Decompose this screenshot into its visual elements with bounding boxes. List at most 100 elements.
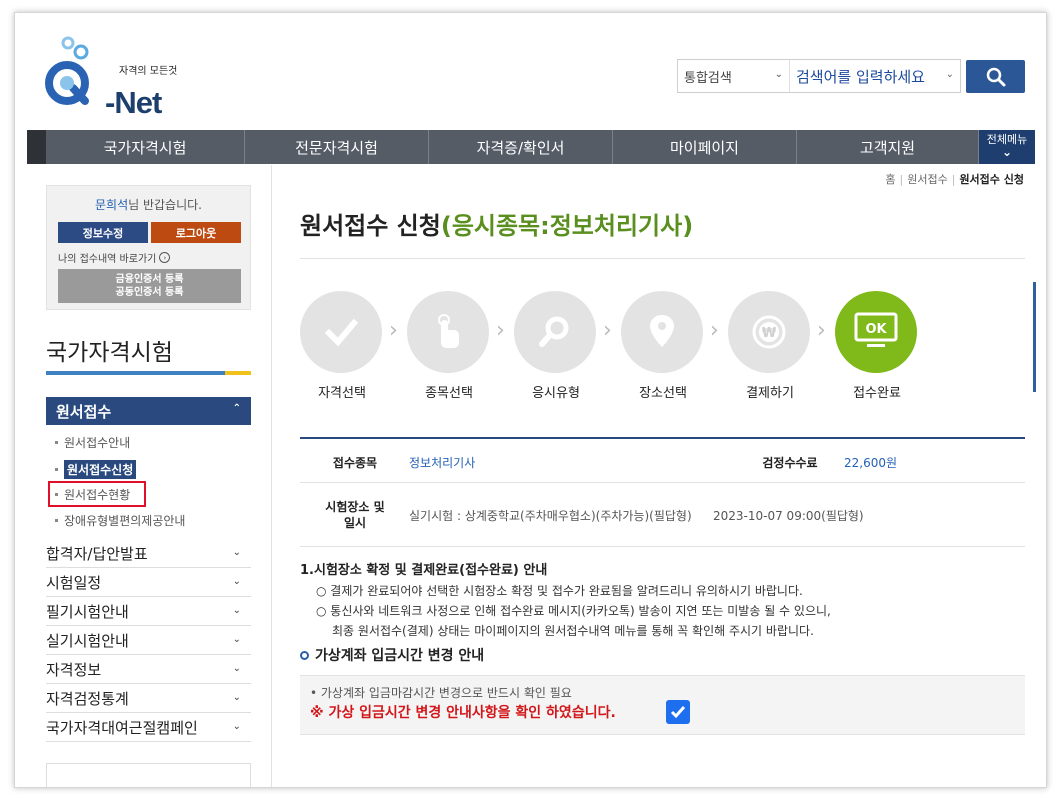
place-label: 시험장소 및 일시 [325,500,385,530]
step-arrow-icon: › [496,318,505,343]
svg-text:₩: ₩ [762,326,777,341]
page-title: 원서접수 신청(응시종목:정보처리기사) [300,206,693,241]
cert-register-button[interactable]: 금융인증서 등록 공동인증서 등록 [58,269,241,303]
step-label: 결제하기 [746,386,794,401]
scrollbar-indicator[interactable] [1033,282,1036,392]
sidebar-item-apply[interactable]: 원서접수 ⌃ [46,397,251,425]
step-arrow-icon: › [603,318,612,343]
nav-item-national-exam[interactable]: 국가자격시험 [46,130,245,164]
sidebar-item-qualification[interactable]: 자격정보 ⌄ [46,655,251,684]
ok-monitor-icon: OK [835,291,917,373]
nav-item-professional-exam[interactable]: 전문자격시험 [245,130,429,164]
chevron-down-icon: ⌄ [232,576,241,587]
sidebar-item-label: 필기시험안내 [46,602,129,621]
cert-line-2: 공동인증서 등록 [115,287,184,298]
search-icon [986,67,1005,86]
step-arrow-icon: › [710,318,719,343]
sub-item-label: 원서접수현황 [64,488,131,502]
sidebar-title-bar [46,371,251,375]
nav-item-certificate[interactable]: 자격증/확인서 [429,130,613,164]
vbank-heading-text: 가상계좌 입금시간 변경 안내 [315,648,485,664]
sidebar-item-label: 합격자/답안발표 [46,544,148,563]
sidebar-item-schedule[interactable]: 시험일정 ⌄ [46,568,251,597]
sub-item-apply-guide[interactable]: 원서접수안내 [55,434,130,451]
sub-item-label: 원서접수신청 [64,460,137,479]
check-icon [300,291,382,373]
all-menu-button[interactable]: 전체메뉴 ⌄ [979,130,1035,164]
notice-line: ○ 결제가 완료되어야 선택한 시험장소 확정 및 접수가 완료됨을 알려드리니… [316,584,803,598]
chevron-down-icon: ⌄ [232,547,241,558]
confirm-checkbox[interactable] [666,700,690,724]
chevron-down-icon: ⌄ [232,692,241,703]
user-name: 문희석 [95,198,129,212]
search-button[interactable] [966,60,1025,93]
logo-tagline: 자격의 모든것 [119,66,178,77]
my-apply-label: 나의 접수내역 바로가기 [58,254,157,265]
nav-lead-block [27,130,46,164]
sidebar-item-campaign[interactable]: 국가자격대여근절캠페인 ⌄ [46,713,251,742]
place-value: 실기시험 : 상계중학교(주차매우협소)(주차가능)(필답형) [409,509,692,523]
vbank-heading: 가상계좌 입금시간 변경 안내 [300,645,484,665]
my-apply-link[interactable]: 나의 접수내역 바로가기 › [58,250,171,265]
search-scope-value: 통합검색 [684,70,732,86]
fee-label: 검정수수료 [762,456,818,470]
global-nav: 국가자격시험 전문자격시험 자격증/확인서 마이페이지 고객지원 전체메뉴 ⌄ [27,130,1035,164]
table-row: 접수종목 정보처리기사 검정수수료 22,600원 [300,439,1025,483]
user-box: 문희석님 반갑습니다. 정보수정 로그아웃 나의 접수내역 바로가기 › 금융인… [46,185,251,310]
step-label: 응시유형 [532,386,580,401]
sidebar-banner [46,763,251,787]
sidebar-item-label: 자격검정통계 [46,689,129,708]
step-label: 접수완료 [853,386,901,401]
step-arrow-icon: › [817,318,826,343]
fee-value: 22,600원 [844,456,898,470]
search-input[interactable]: 검색어를 입력하세요 ⌄ [790,60,960,92]
logout-button[interactable]: 로그아웃 [151,222,241,243]
nav-item-mypage[interactable]: 마이페이지 [613,130,797,164]
chevron-down-icon: ⌄ [774,69,783,80]
sub-item-label: 원서접수안내 [64,436,131,450]
breadcrumb: 홈 | 원서접수 | 원서접수 신청 [885,173,1024,186]
sidebar-item-statistics[interactable]: 자격검정통계 ⌄ [46,684,251,713]
sidebar-item-written[interactable]: 필기시험안내 ⌄ [46,597,251,626]
step-type: 응시유형 [514,291,598,401]
breadcrumb-home[interactable]: 홈 [885,173,895,186]
chevron-up-icon: ⌃ [232,403,241,414]
qnet-logo[interactable]: 자격의 모든것 -Net [45,33,177,120]
chevron-down-icon: ⌄ [232,605,241,616]
date-value: 2023-10-07 09:00(필답형) [713,509,864,523]
greeting-text: 님 반갑습니다. [128,198,202,212]
finger-tap-icon [407,291,489,373]
breadcrumb-current: 원서접수 신청 [959,173,1024,186]
cert-line-1: 금융인증서 등록 [115,273,184,285]
step-payment: ₩ 결제하기 [728,291,812,401]
edit-info-button[interactable]: 정보수정 [58,222,148,243]
sidebar-item-practical[interactable]: 실기시험안내 ⌄ [46,626,251,655]
check-icon [670,706,686,719]
page-frame: 자격의 모든것 -Net 통합검색 ⌄ 검색어를 입력하세요 ⌄ 국가자격시험 … [14,12,1047,788]
chevron-down-icon: ⌄ [945,69,954,80]
sub-item-apply-request[interactable]: 원서접수신청 [55,460,137,479]
step-label: 종목선택 [425,386,473,401]
search-scope-select[interactable]: 통합검색 ⌄ [678,60,790,92]
notice-heading: 1.시험장소 확정 및 결제완료(접수완료) 안내 [300,563,548,578]
sidebar-item-label: 원서접수 [56,402,112,421]
step-item: 종목선택 [407,291,491,401]
sidebar-item-results[interactable]: 합격자/답안발표 ⌄ [46,539,251,568]
nav-item-support[interactable]: 고객지원 [797,130,979,164]
page-title-main: 원서접수 신청 [300,212,441,240]
sidebar-item-label: 국가자격대여근절캠페인 [46,718,198,737]
sidebar-item-label: 자격정보 [46,660,102,679]
notice-line: 최종 원서접수(결제) 상태는 마이페이지의 원서접수내역 메뉴를 통해 꼭 확… [332,624,814,638]
chevron-down-icon: ⌄ [232,634,241,645]
chevron-right-icon: › [159,252,171,263]
step-qualification: 자격선택 [300,291,384,401]
page-title-sub: (응시종목:정보처리기사) [440,212,694,240]
sub-item-accessibility[interactable]: 장애유형별편의제공안내 [55,512,185,529]
sidebar-item-label: 실기시험안내 [46,631,129,650]
step-arrow-icon: › [389,318,398,343]
chevron-down-icon: ⌄ [232,663,241,674]
logo-wordmark: -Net [105,85,162,120]
step-complete: OK 접수완료 [835,291,919,401]
breadcrumb-apply[interactable]: 원서접수 [907,173,947,186]
sub-item-apply-status[interactable]: 원서접수현황 [55,486,130,503]
